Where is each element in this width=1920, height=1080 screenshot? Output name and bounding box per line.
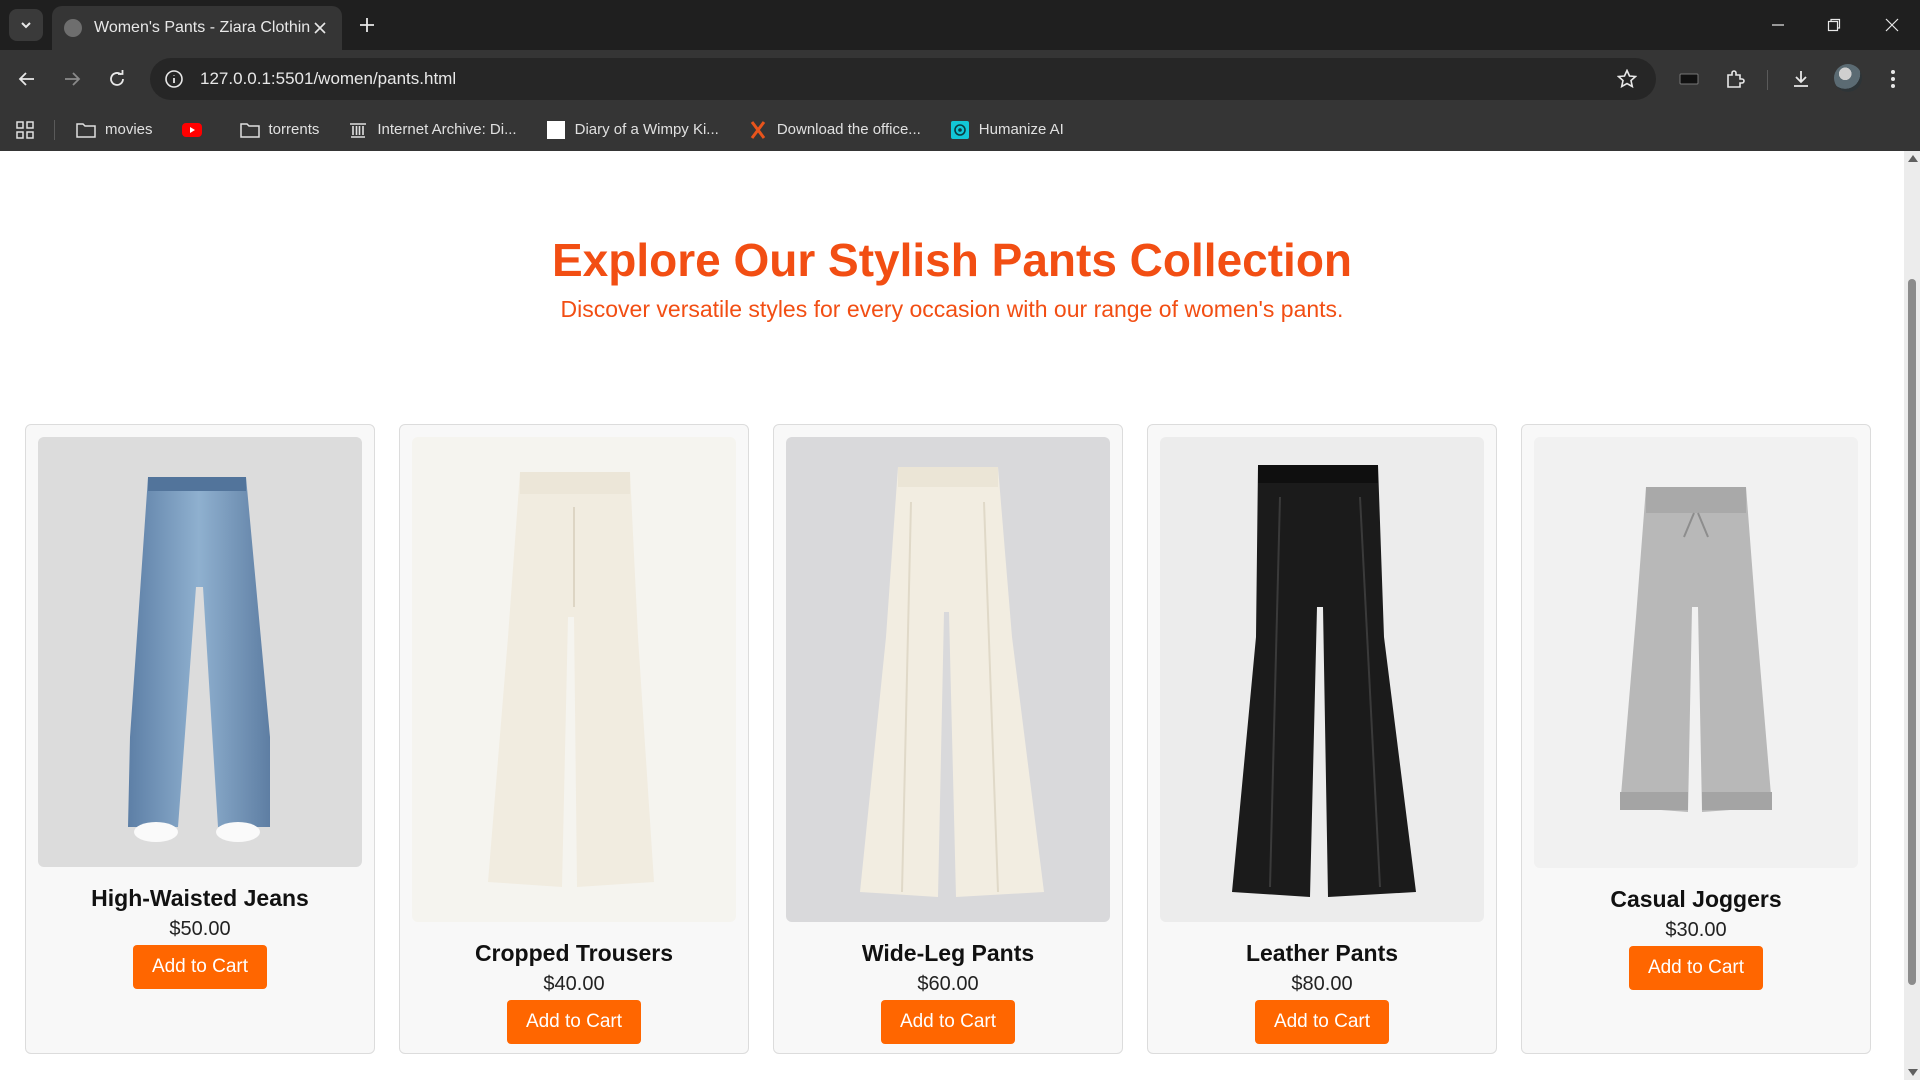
arrow-right-icon <box>65 72 81 86</box>
forward-button[interactable] <box>55 62 89 96</box>
tab-strip: Women's Pants - Ziara Clothing <box>0 0 1920 50</box>
product-card: Wide-Leg Pants $60.00 Add to Cart <box>773 424 1123 1054</box>
close-icon <box>314 22 326 34</box>
product-price: $80.00 <box>1291 973 1353 995</box>
plus-icon <box>360 18 374 32</box>
add-to-cart-button[interactable]: Add to Cart <box>506 1000 642 1044</box>
product-name: High-Waisted Jeans <box>91 885 309 911</box>
menu-button[interactable] <box>1876 62 1910 96</box>
page-viewport: Explore Our Stylish Pants Collection Dis… <box>0 151 1904 1080</box>
bookmark-label: Humanize AI <box>978 121 1064 138</box>
product-image-jeans[interactable] <box>38 437 362 867</box>
scroll-thumb[interactable] <box>1908 279 1916 985</box>
scroll-down-arrow-icon[interactable] <box>1908 1069 1918 1076</box>
bookmark-star-icon[interactable] <box>1612 64 1642 94</box>
apps-grid-icon[interactable] <box>14 119 36 141</box>
folder-icon <box>239 120 261 140</box>
bookmark-torrents[interactable]: torrents <box>239 120 320 140</box>
reload-button[interactable] <box>100 62 134 96</box>
folder-icon <box>75 120 97 140</box>
product-card: High-Waisted Jeans $50.00 Add to Cart <box>25 424 375 1054</box>
product-name: Cropped Trousers <box>474 940 674 966</box>
restore-icon <box>1827 18 1841 32</box>
product-card: Casual Joggers $30.00 Add to Cart <box>1521 424 1871 1054</box>
hero-section: Explore Our Stylish Pants Collection Dis… <box>0 151 1904 323</box>
extensions-button[interactable] <box>1718 62 1752 96</box>
bookmark-internet-archive[interactable]: Internet Archive: Di... <box>347 120 517 140</box>
add-to-cart-button[interactable]: Add to Cart <box>1628 946 1764 990</box>
close-icon <box>1885 18 1899 32</box>
add-to-cart-button[interactable]: Add to Cart <box>880 1000 1016 1044</box>
browser-toolbar: 127.0.0.1:5501/women/pants.html <box>0 50 1920 108</box>
minimize-button[interactable] <box>1750 0 1806 50</box>
info-icon[interactable] <box>162 67 186 91</box>
youtube-icon <box>181 120 203 140</box>
product-card: Cropped Trousers $40.00 Add to Cart <box>399 424 749 1054</box>
address-bar[interactable]: 127.0.0.1:5501/women/pants.html <box>150 58 1656 100</box>
add-to-cart-button[interactable]: Add to Cart <box>1254 1000 1390 1044</box>
back-button[interactable] <box>10 62 44 96</box>
page-subtitle: Discover versatile styles for every occa… <box>560 296 1344 322</box>
bookmark-label: torrents <box>268 121 320 138</box>
add-to-cart-button[interactable]: Add to Cart <box>132 945 268 989</box>
bookmark-movies[interactable]: movies <box>75 120 153 140</box>
puzzle-icon <box>1727 70 1745 88</box>
keyboard-icon <box>1679 73 1699 85</box>
more-vertical-icon <box>1891 70 1895 88</box>
tab-close-button[interactable] <box>310 18 330 38</box>
arrow-left-icon <box>18 72 34 86</box>
product-name: Leather Pants <box>1245 940 1399 966</box>
bookmark-humanize-ai[interactable]: Humanize AI <box>949 120 1064 140</box>
product-image-joggers[interactable] <box>1534 437 1858 868</box>
blank-page-icon <box>545 120 567 140</box>
download-icon <box>1794 71 1808 87</box>
toolbar-divider <box>1767 70 1768 90</box>
reload-icon <box>110 70 124 86</box>
product-image-leather[interactable] <box>1160 437 1484 922</box>
product-price: $30.00 <box>1665 919 1727 941</box>
bookmark-label: Diary of a Wimpy Ki... <box>574 121 719 138</box>
downloads-button[interactable] <box>1784 62 1818 96</box>
vertical-scrollbar[interactable] <box>1904 151 1920 1080</box>
bookmark-youtube[interactable] <box>181 120 211 140</box>
extension-button[interactable] <box>1672 62 1706 96</box>
url-text[interactable]: 127.0.0.1:5501/women/pants.html <box>200 69 1612 89</box>
new-tab-button[interactable] <box>354 12 380 38</box>
product-image-wide-leg[interactable] <box>786 437 1110 922</box>
page-title: Explore Our Stylish Pants Collection <box>551 234 1353 286</box>
bookmark-diary-wimpy-kid[interactable]: Diary of a Wimpy Ki... <box>545 120 719 140</box>
bookmarks-divider <box>54 119 55 140</box>
bookmark-download-office[interactable]: Download the office... <box>747 120 921 140</box>
archive-icon <box>347 120 369 140</box>
bookmark-label: Internet Archive: Di... <box>377 121 517 138</box>
product-name: Casual Joggers <box>1610 886 1782 912</box>
tab-search-button[interactable] <box>9 9 43 41</box>
profile-avatar[interactable] <box>1834 64 1862 92</box>
product-card: Leather Pants $80.00 Add to Cart <box>1147 424 1497 1054</box>
product-name: Wide-Leg Pants <box>861 940 1035 966</box>
chevron-down-icon <box>21 22 31 29</box>
tab-title: Women's Pants - Ziara Clothing <box>94 19 310 36</box>
x-logo-icon <box>747 120 769 140</box>
bookmark-label: movies <box>105 121 153 138</box>
close-window-button[interactable] <box>1864 0 1920 50</box>
humanize-icon <box>949 120 971 140</box>
bookmark-label: Download the office... <box>776 121 921 138</box>
product-grid: High-Waisted Jeans $50.00 Add to Cart Cr… <box>25 424 1877 1054</box>
product-price: $40.00 <box>543 973 605 995</box>
scroll-up-arrow-icon[interactable] <box>1908 155 1918 162</box>
product-price: $60.00 <box>917 973 979 995</box>
restore-button[interactable] <box>1806 0 1862 50</box>
product-price: $50.00 <box>169 918 231 940</box>
minimize-icon <box>1772 24 1784 26</box>
bookmarks-bar: movies torrents Internet Archive: Di... … <box>0 108 1920 151</box>
browser-tab[interactable]: Women's Pants - Ziara Clothing <box>52 6 342 50</box>
product-image-trousers[interactable] <box>412 437 736 922</box>
globe-icon <box>64 19 82 37</box>
